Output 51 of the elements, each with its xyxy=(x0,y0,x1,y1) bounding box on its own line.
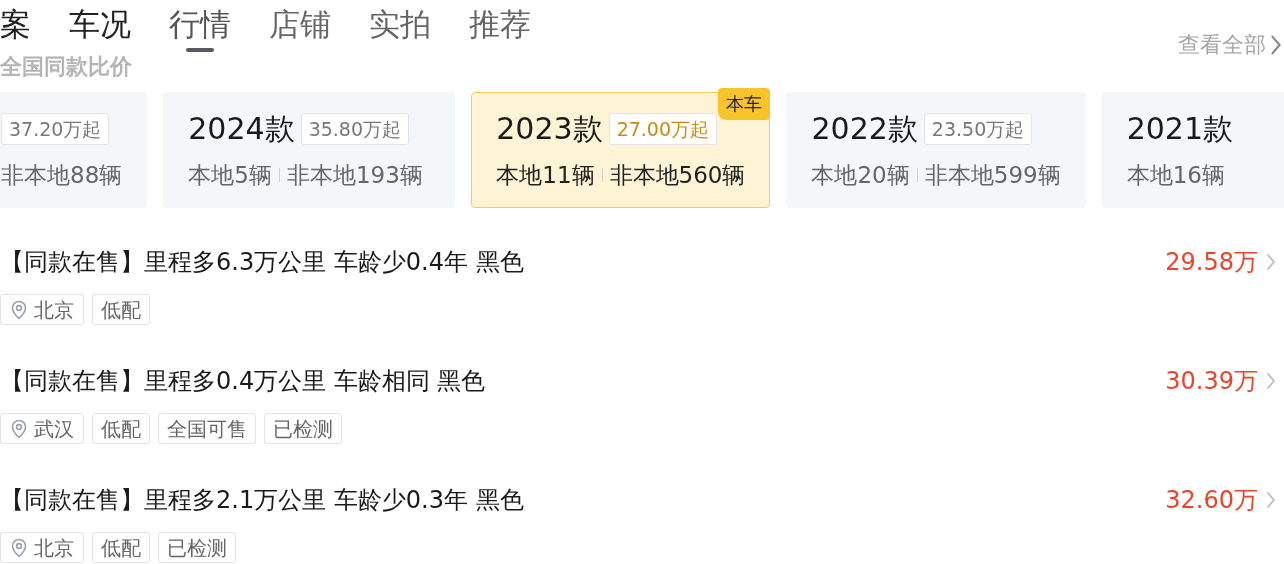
location-text: 北京 xyxy=(34,296,74,324)
tab-indicator xyxy=(186,48,214,52)
location-text: 北京 xyxy=(34,534,74,562)
location-pin-icon xyxy=(10,299,28,320)
listing-tag: 低配 xyxy=(92,413,150,444)
price-tag: 23.50万起 xyxy=(923,113,1033,145)
local-count: 本地5辆 xyxy=(188,161,272,190)
local-count: 本地16辆 xyxy=(1126,161,1225,190)
tab[interactable]: 店铺 xyxy=(269,2,331,46)
listing-tag: 低配 xyxy=(92,532,150,563)
model-year-card[interactable]: 2022款 23.50万起 本地20辆 非本地599辆 xyxy=(786,92,1086,208)
tab[interactable]: 车况 xyxy=(69,2,131,46)
model-year: 2024款 xyxy=(188,114,295,144)
listing-title[interactable]: 【同款在售】里程多0.4万公里 车龄相同 黑色 xyxy=(0,365,486,397)
section-title: 全国同款比价 xyxy=(0,56,132,78)
listing-tag: 低配 xyxy=(92,294,150,325)
location-pin-icon xyxy=(10,537,28,558)
tab[interactable]: 案 xyxy=(0,2,31,46)
tab[interactable]: 行情 xyxy=(169,2,231,46)
model-year: 2023款 xyxy=(496,114,603,144)
location-pin-icon xyxy=(10,418,28,439)
price-tag: 27.00万起 xyxy=(608,113,718,145)
chevron-right-icon xyxy=(1266,252,1276,272)
model-year: 2021款 xyxy=(1126,114,1233,144)
nonlocal-count: 非本地88辆 xyxy=(1,161,123,190)
listing-title[interactable]: 【同款在售】里程多2.1万公里 车龄少0.3年 黑色 xyxy=(0,484,524,516)
model-year: 2022款 xyxy=(811,114,918,144)
model-year-card[interactable]: 37.20万起 非本地88辆 xyxy=(0,92,148,208)
tab[interactable]: 推荐 xyxy=(469,2,531,46)
tab[interactable]: 实拍 xyxy=(369,2,431,46)
listing-price: 32.60万 xyxy=(1165,485,1258,516)
chevron-right-icon xyxy=(1266,371,1276,391)
model-year-card[interactable]: 2021款 本地16辆 xyxy=(1101,92,1284,208)
chevron-right-icon xyxy=(1266,490,1276,510)
local-count: 本地20辆 xyxy=(811,161,910,190)
local-count: 本地11辆 xyxy=(496,161,595,190)
chevron-right-icon xyxy=(1270,33,1282,56)
nonlocal-count: 非本地193辆 xyxy=(286,161,423,190)
listing-price: 30.39万 xyxy=(1165,366,1258,397)
listing-title[interactable]: 【同款在售】里程多6.3万公里 车龄少0.4年 黑色 xyxy=(0,246,524,278)
current-car-badge: 本车 xyxy=(718,88,771,120)
listing-tag: 全国可售 xyxy=(158,413,256,444)
model-year-card[interactable]: 2024款 35.80万起 本地5辆 非本地193辆 xyxy=(163,92,456,208)
listing-tag: 已检测 xyxy=(264,413,342,444)
nonlocal-count: 非本地599辆 xyxy=(924,161,1061,190)
listing-price: 29.58万 xyxy=(1165,247,1258,278)
listing-tag: 已检测 xyxy=(158,532,236,563)
location-text: 武汉 xyxy=(34,415,74,443)
price-tag: 37.20万起 xyxy=(1,113,110,145)
price-tag: 35.80万起 xyxy=(300,113,410,145)
nonlocal-count: 非本地560辆 xyxy=(609,161,746,190)
